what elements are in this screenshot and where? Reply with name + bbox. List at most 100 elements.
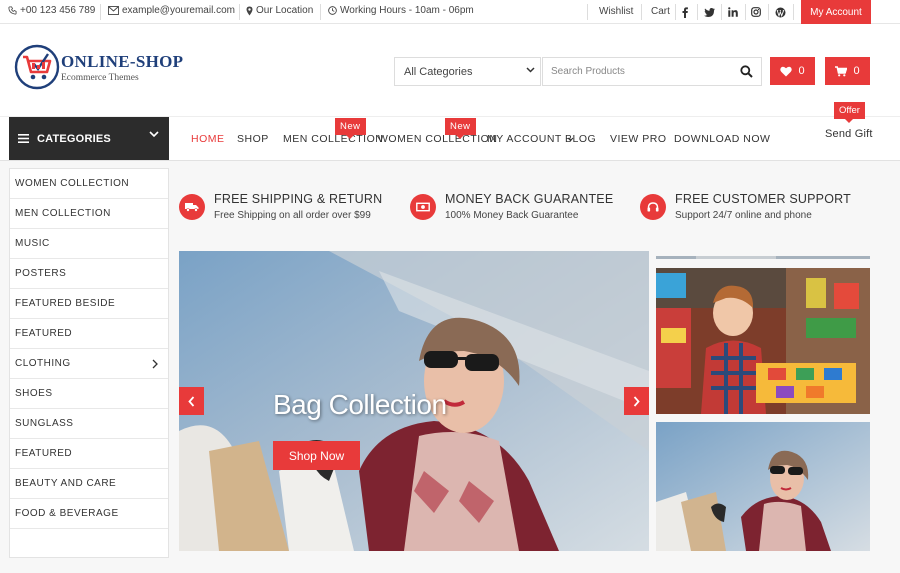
sidebar-item-posters[interactable]: POSTERS [10, 259, 168, 289]
nav-view-pro[interactable]: VIEW PRO [610, 133, 667, 145]
banner-image [656, 256, 870, 259]
offer-badge: Offer [834, 102, 865, 123]
chevron-down-icon [526, 67, 535, 73]
slide-title: Bag Collection [273, 389, 447, 420]
slider-prev-button[interactable] [179, 387, 204, 415]
feature-subtitle: Support 24/7 online and phone [675, 210, 812, 221]
divider [745, 4, 746, 20]
wishlist-button[interactable]: 0 [770, 57, 815, 85]
sidebar-item-food-beverage[interactable]: FOOD & BEVERAGE [10, 499, 168, 529]
sidebar-item-beauty-and-care[interactable]: BEAUTY AND CARE [10, 469, 168, 499]
facebook-icon[interactable] [678, 5, 692, 19]
sidebar-item-featured[interactable]: FEATURED [10, 319, 168, 349]
send-gift-link[interactable]: Send Gift [825, 128, 873, 140]
sidebar-item-clothing[interactable]: CLOTHING [10, 349, 168, 379]
divider [675, 4, 676, 20]
slider-next-button[interactable] [624, 387, 649, 415]
divider [641, 4, 642, 20]
banner-top-strip[interactable] [656, 251, 870, 259]
divider [587, 4, 588, 20]
search-icon[interactable] [740, 65, 753, 78]
headset-icon [640, 194, 666, 220]
nav-home[interactable]: HOME [191, 133, 225, 145]
feature-title: FREE CUSTOMER SUPPORT [675, 192, 851, 206]
nav-download-now[interactable]: DOWNLOAD NOW [674, 133, 770, 145]
envelope-icon [108, 6, 119, 15]
instagram-icon[interactable] [749, 5, 763, 19]
search-box [542, 57, 762, 86]
banner-image [656, 268, 870, 414]
nav-women-collection-label: WOMEN COLLECTION [378, 133, 498, 145]
banner-kid-toys[interactable] [656, 268, 870, 414]
cart-button[interactable]: 0 [825, 57, 870, 85]
my-account-button[interactable]: My Account [801, 0, 871, 24]
nav-my-account-label: MY ACCOUNT [487, 133, 562, 145]
divider [721, 4, 722, 20]
truck-icon [179, 194, 205, 220]
divider [793, 4, 794, 20]
feature-money-back: MONEY BACK GUARANTEE 100% Money Back Gua… [410, 192, 630, 226]
logo-subtitle: Ecommerce Themes [61, 73, 139, 83]
email-info[interactable]: example@youremail.com [108, 5, 235, 16]
nav-women-collection[interactable]: New WOMEN COLLECTION [378, 118, 498, 145]
divider [697, 4, 698, 20]
twitter-icon[interactable] [702, 5, 716, 19]
new-badge: New [445, 118, 476, 139]
hours-text: Working Hours - 10am - 06pm [340, 5, 474, 16]
cart-link[interactable]: Cart [651, 6, 670, 17]
chevron-down-icon [149, 131, 159, 138]
clock-icon [328, 6, 337, 15]
map-pin-icon [246, 6, 253, 15]
sidebar-item-label: CLOTHING [15, 358, 71, 369]
category-sidebar: WOMEN COLLECTION MEN COLLECTION MUSIC PO… [9, 168, 169, 558]
nav-men-collection-label: MEN COLLECTION [283, 133, 384, 145]
sidebar-item-featured-beside[interactable]: FEATURED BESIDE [10, 289, 168, 319]
categories-label: CATEGORIES [37, 132, 111, 145]
feature-title: FREE SHIPPING & RETURN [214, 192, 383, 206]
divider [320, 4, 321, 20]
sidebar-item-men-collection[interactable]: MEN COLLECTION [10, 199, 168, 229]
feature-subtitle: 100% Money Back Guarantee [445, 210, 579, 221]
divider [100, 4, 101, 20]
nav-shop[interactable]: SHOP [237, 133, 269, 145]
feature-customer-support: FREE CUSTOMER SUPPORT Support 24/7 onlin… [640, 192, 870, 226]
banner-woman-shopping[interactable] [656, 422, 870, 551]
cart-icon [835, 65, 848, 76]
hamburger-icon [18, 134, 29, 143]
nav-blog[interactable]: BLOG [565, 133, 596, 145]
sidebar-item-music[interactable]: MUSIC [10, 229, 168, 259]
site-header: ONLINE-SHOP Ecommerce Themes All Categor… [0, 24, 900, 116]
feature-subtitle: Free Shipping on all order over $99 [214, 210, 371, 221]
sidebar-item-shoes[interactable]: SHOES [10, 379, 168, 409]
nav-my-account[interactable]: MY ACCOUNT [487, 133, 574, 145]
categories-toggle[interactable]: CATEGORIES [9, 117, 169, 160]
banner-image [656, 422, 870, 551]
sidebar-item-sunglass[interactable]: SUNGLASS [10, 409, 168, 439]
shop-now-button[interactable]: Shop Now [273, 441, 360, 470]
sidebar-item-featured-2[interactable]: FEATURED [10, 439, 168, 469]
wishlist-link[interactable]: Wishlist [599, 6, 633, 17]
category-select-value: All Categories [404, 65, 473, 78]
nav-men-collection[interactable]: New MEN COLLECTION [283, 118, 384, 145]
divider [239, 4, 240, 20]
logo-title[interactable]: ONLINE-SHOP [61, 52, 183, 72]
category-select[interactable]: All Categories [394, 57, 541, 86]
wishlist-count: 0 [798, 65, 805, 77]
search-input[interactable] [543, 58, 733, 85]
feature-free-shipping: FREE SHIPPING & RETURN Free Shipping on … [179, 192, 399, 226]
phone-text: +00 123 456 789 [20, 5, 96, 16]
wordpress-icon[interactable] [773, 5, 787, 19]
money-icon [410, 194, 436, 220]
email-text[interactable]: example@youremail.com [122, 5, 235, 16]
logo-cart-icon[interactable] [14, 44, 60, 90]
chevron-right-icon [633, 395, 640, 407]
hero-slider: Bag Collection Shop Now [179, 251, 649, 551]
heart-icon [780, 66, 793, 76]
location-text[interactable]: Our Location [256, 5, 313, 16]
hours-info: Working Hours - 10am - 06pm [328, 5, 474, 16]
linkedin-icon[interactable] [726, 5, 740, 19]
phone-info: +00 123 456 789 [8, 5, 95, 16]
main-nav: CATEGORIES HOME SHOP New MEN COLLECTION … [0, 102, 900, 161]
location-info[interactable]: Our Location [246, 5, 313, 16]
sidebar-item-women-collection[interactable]: WOMEN COLLECTION [10, 169, 168, 199]
